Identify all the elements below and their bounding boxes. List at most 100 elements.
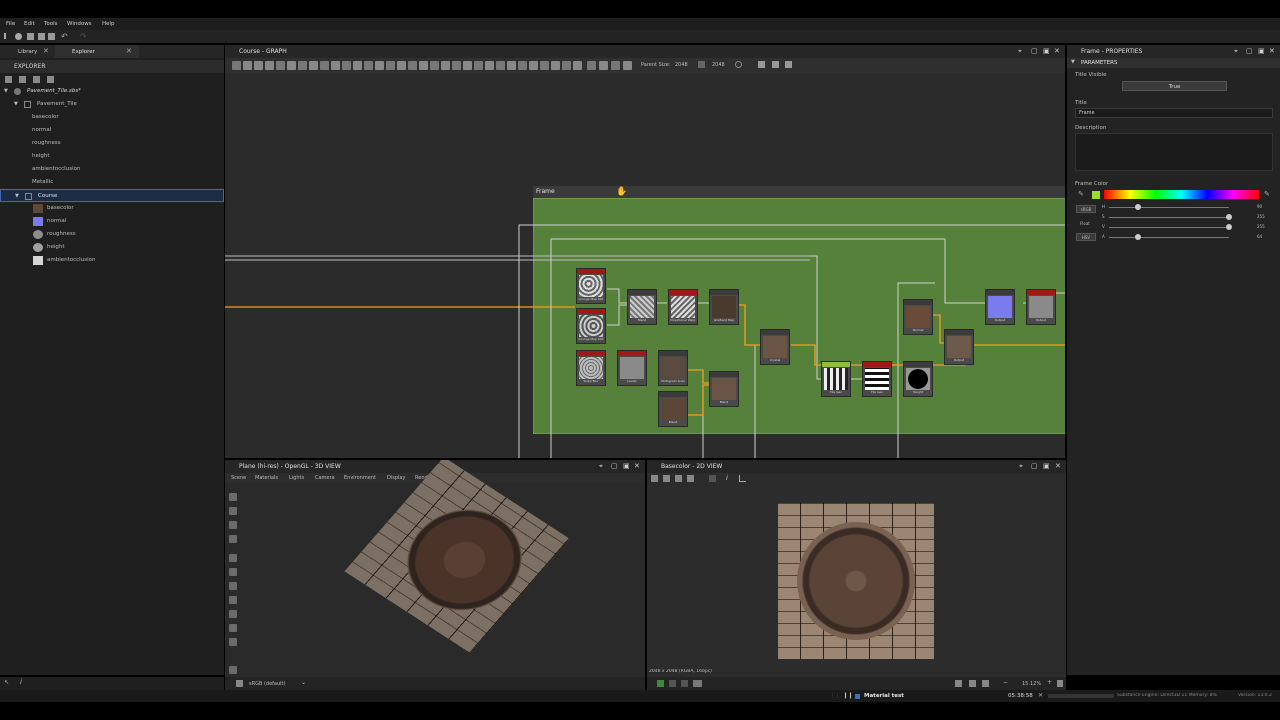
tab-explorer[interactable]: Explorer: [72, 49, 95, 55]
info-icon[interactable]: i: [20, 678, 22, 686]
channel-icon[interactable]: [681, 680, 688, 687]
open-icon[interactable]: [27, 33, 34, 40]
parameters-section[interactable]: ▼ PARAMETERS: [1067, 58, 1280, 68]
tree-output[interactable]: roughness: [0, 228, 224, 241]
description-textarea[interactable]: [1075, 133, 1273, 171]
collapse-icon[interactable]: [4, 33, 10, 39]
info-icon[interactable]: i: [726, 474, 728, 482]
camera-tool-icon[interactable]: [229, 493, 237, 501]
tree-package[interactable]: ▼ Pavement_Tile.sbs*: [0, 85, 224, 98]
redo-icon[interactable]: ↷: [80, 32, 87, 41]
graph-node[interactable]: Tile Gen: [821, 361, 851, 397]
menu-materials[interactable]: Materials: [255, 475, 278, 481]
graph-node[interactable]: Crystal: [760, 329, 790, 365]
slider-a[interactable]: [1109, 237, 1229, 238]
slider-handle[interactable]: [1226, 224, 1232, 230]
graph-node[interactable]: Output: [944, 329, 974, 365]
grid-tool-icon[interactable]: [229, 554, 237, 562]
colorspace-dropdown[interactable]: sRGB (default): [249, 681, 285, 687]
close-icon[interactable]: ✕: [1269, 45, 1275, 58]
menu-environment[interactable]: Environment: [344, 475, 376, 481]
menu-display[interactable]: Display: [387, 475, 405, 481]
menu-file[interactable]: File: [6, 21, 15, 27]
save-all-icon[interactable]: [48, 33, 55, 40]
save-icon[interactable]: [38, 33, 45, 40]
new-graph-icon[interactable]: [5, 76, 12, 83]
graph-node[interactable]: Slope Blur: [576, 350, 606, 386]
graph-node[interactable]: Blend: [627, 289, 657, 325]
title-input[interactable]: Frame: [1075, 108, 1273, 118]
tool-icon[interactable]: [709, 475, 716, 482]
tree-output[interactable]: ambientocclusion: [0, 163, 224, 176]
light-tool-icon[interactable]: [229, 507, 237, 515]
pin-icon[interactable]: ⌖: [599, 460, 603, 473]
mode-hsv-button[interactable]: HSV: [1076, 233, 1096, 241]
slider-h[interactable]: [1109, 207, 1229, 208]
tab-library[interactable]: Library: [18, 49, 37, 55]
tree-output[interactable]: height: [0, 150, 224, 163]
slider-v[interactable]: [1109, 227, 1229, 228]
grid-icon[interactable]: [955, 680, 962, 687]
tool-icon[interactable]: [675, 475, 682, 482]
pin-icon[interactable]: ⌖: [1234, 45, 1238, 58]
tree-output[interactable]: height: [0, 241, 224, 254]
graph-node[interactable]: Grunge Map 001: [576, 268, 606, 304]
refresh-icon[interactable]: [19, 76, 26, 83]
tool-icon[interactable]: [663, 475, 670, 482]
maximize-icon[interactable]: ▢: [611, 460, 618, 473]
scale-tool-icon[interactable]: [229, 610, 237, 618]
graph-node[interactable]: Normal: [903, 299, 933, 335]
tree-output[interactable]: normal: [0, 124, 224, 137]
resize-tool-icon[interactable]: [229, 666, 237, 674]
new-icon[interactable]: [15, 33, 22, 40]
graph-node[interactable]: Blend: [658, 391, 688, 427]
graph-node[interactable]: Gradient Map: [709, 289, 739, 325]
stats-tool-icon[interactable]: [229, 638, 237, 646]
float-icon[interactable]: ▣: [1043, 460, 1050, 473]
menu-lights[interactable]: Lights: [289, 475, 304, 481]
tree-output[interactable]: ambientocclusion: [0, 254, 224, 267]
tree-output[interactable]: Metallic: [0, 176, 224, 189]
float-icon[interactable]: ▣: [623, 460, 630, 473]
close-icon[interactable]: ✕: [43, 47, 49, 55]
expand-arrow-icon[interactable]: ▼: [4, 85, 8, 98]
menu-edit[interactable]: Edit: [24, 21, 35, 27]
slider-handle[interactable]: [1135, 234, 1141, 240]
tree-output[interactable]: basecolor: [0, 202, 224, 215]
tool-icon[interactable]: [651, 475, 658, 482]
rotate-tool-icon[interactable]: [229, 582, 237, 590]
maximize-icon[interactable]: ▢: [1246, 45, 1253, 58]
mode-float-button[interactable]: Float: [1080, 221, 1090, 226]
expand-arrow-icon[interactable]: ▼: [14, 98, 18, 111]
channel-icon[interactable]: [669, 680, 676, 687]
channel-icon[interactable]: [693, 680, 702, 687]
slider-handle[interactable]: [1135, 204, 1141, 210]
graph-node[interactable]: Histogram Scan: [658, 350, 688, 386]
tree-output[interactable]: roughness: [0, 137, 224, 150]
zoom-in-icon[interactable]: +: [1047, 679, 1052, 686]
menu-windows[interactable]: Windows: [67, 21, 92, 27]
zoom-icon[interactable]: [982, 680, 989, 687]
graph-node[interactable]: Tile Gen: [862, 361, 892, 397]
float-icon[interactable]: ▣: [1258, 45, 1265, 58]
expand-icon[interactable]: ↖: [4, 679, 9, 686]
graph-node[interactable]: Directional Warp: [668, 289, 698, 325]
tree-graph-course[interactable]: ▼ Course: [0, 189, 224, 202]
axis-tool-icon[interactable]: [229, 568, 237, 576]
graph-node[interactable]: Levels: [617, 350, 647, 386]
menu-tools[interactable]: Tools: [44, 21, 58, 27]
eyedropper-icon[interactable]: ✎: [1078, 190, 1084, 198]
hue-spectrum[interactable]: [1104, 190, 1259, 199]
eyedropper-icon[interactable]: ✎: [1264, 190, 1270, 198]
close-icon[interactable]: ✕: [634, 460, 640, 473]
title-visible-dropdown[interactable]: True: [1122, 81, 1227, 91]
histogram-icon[interactable]: [739, 475, 746, 482]
close-icon[interactable]: ✕: [1055, 460, 1061, 473]
tree-graph-pavement[interactable]: ▼ Pavement_Tile: [0, 98, 224, 111]
chevron-down-icon[interactable]: ⌄: [301, 679, 306, 686]
undo-icon[interactable]: ↶: [61, 32, 68, 41]
graph-node[interactable]: Height: [903, 361, 933, 397]
pin-icon[interactable]: ⌖: [1019, 460, 1023, 473]
slider-s[interactable]: [1109, 217, 1229, 218]
menu-help[interactable]: Help: [102, 21, 115, 27]
